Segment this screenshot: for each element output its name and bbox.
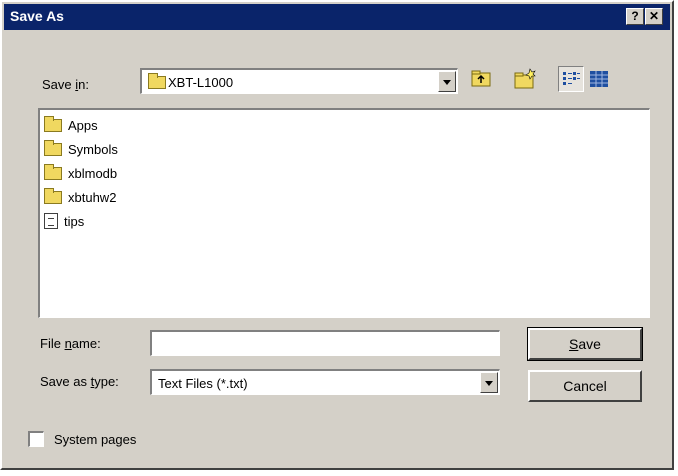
save-in-current: XBT-L1000	[148, 73, 234, 90]
list-item[interactable]: Apps	[44, 114, 98, 136]
folder-icon	[44, 163, 62, 180]
details-view-icon	[590, 71, 608, 87]
folder-icon	[44, 139, 62, 156]
save-in-label: Save in:	[42, 77, 89, 92]
open-folder-icon	[148, 73, 166, 89]
save-as-type-value: Text Files (*.txt)	[158, 376, 248, 391]
list-item[interactable]: Symbols	[44, 138, 118, 160]
list-item-label: xblmodb	[68, 165, 118, 181]
save-as-type-dropdown[interactable]: Text Files (*.txt)	[150, 369, 500, 395]
save-in-label-post: n:	[78, 77, 89, 92]
save-as-type-label-pre: Save as	[40, 374, 91, 389]
list-item-label: xbtuhw2	[68, 189, 117, 205]
save-as-type-label: Save as type:	[40, 374, 119, 389]
list-item-label: Apps	[68, 117, 98, 133]
folder-icon	[44, 187, 62, 204]
folder-icon	[44, 115, 62, 132]
list-item[interactable]: tips	[44, 210, 84, 232]
cancel-button[interactable]: Cancel	[528, 370, 642, 402]
list-item-label: tips	[64, 213, 85, 229]
file-name-label-post: ame:	[71, 336, 101, 351]
file-name-label: File name:	[40, 336, 101, 351]
save-as-dialog: Save As ? ✕ Save in: XBT-L1000 Apps Symb…	[0, 0, 674, 470]
file-list[interactable]: Apps Symbols xblmodb xbtuhw2 tips	[38, 108, 650, 318]
file-name-label-pre: File	[40, 336, 65, 351]
list-view-icon	[563, 72, 580, 85]
save-in-label-pre: Save	[42, 77, 76, 92]
system-pages-checkbox[interactable]	[28, 431, 44, 447]
file-name-label-key: n	[64, 336, 72, 351]
window-title: Save As	[10, 8, 64, 24]
new-folder-icon	[514, 68, 536, 89]
details-view-button[interactable]	[586, 66, 612, 92]
document-icon	[44, 213, 58, 229]
list-item[interactable]: xbtuhw2	[44, 186, 116, 208]
up-folder-icon	[471, 70, 491, 87]
help-button[interactable]: ?	[626, 8, 644, 25]
create-new-folder-button[interactable]	[512, 66, 538, 92]
list-view-button[interactable]	[558, 66, 584, 92]
system-pages-label[interactable]: System pages	[54, 432, 136, 447]
chevron-down-icon[interactable]	[480, 372, 498, 393]
chevron-down-icon[interactable]	[438, 71, 456, 92]
list-item-label: Symbols	[68, 141, 118, 157]
file-name-input[interactable]	[150, 330, 500, 356]
save-in-value: XBT-L1000	[168, 75, 234, 90]
title-bar[interactable]: Save As ? ✕	[4, 4, 670, 30]
save-in-dropdown[interactable]: XBT-L1000	[140, 68, 458, 94]
close-button[interactable]: ✕	[645, 8, 663, 25]
save-as-type-label-post: ype:	[94, 374, 119, 389]
list-item[interactable]: xblmodb	[44, 162, 117, 184]
up-one-level-button[interactable]	[468, 66, 494, 92]
save-button[interactable]: Save	[527, 327, 643, 361]
save-button-key: S	[569, 336, 579, 352]
save-button-label: ave	[578, 336, 601, 352]
